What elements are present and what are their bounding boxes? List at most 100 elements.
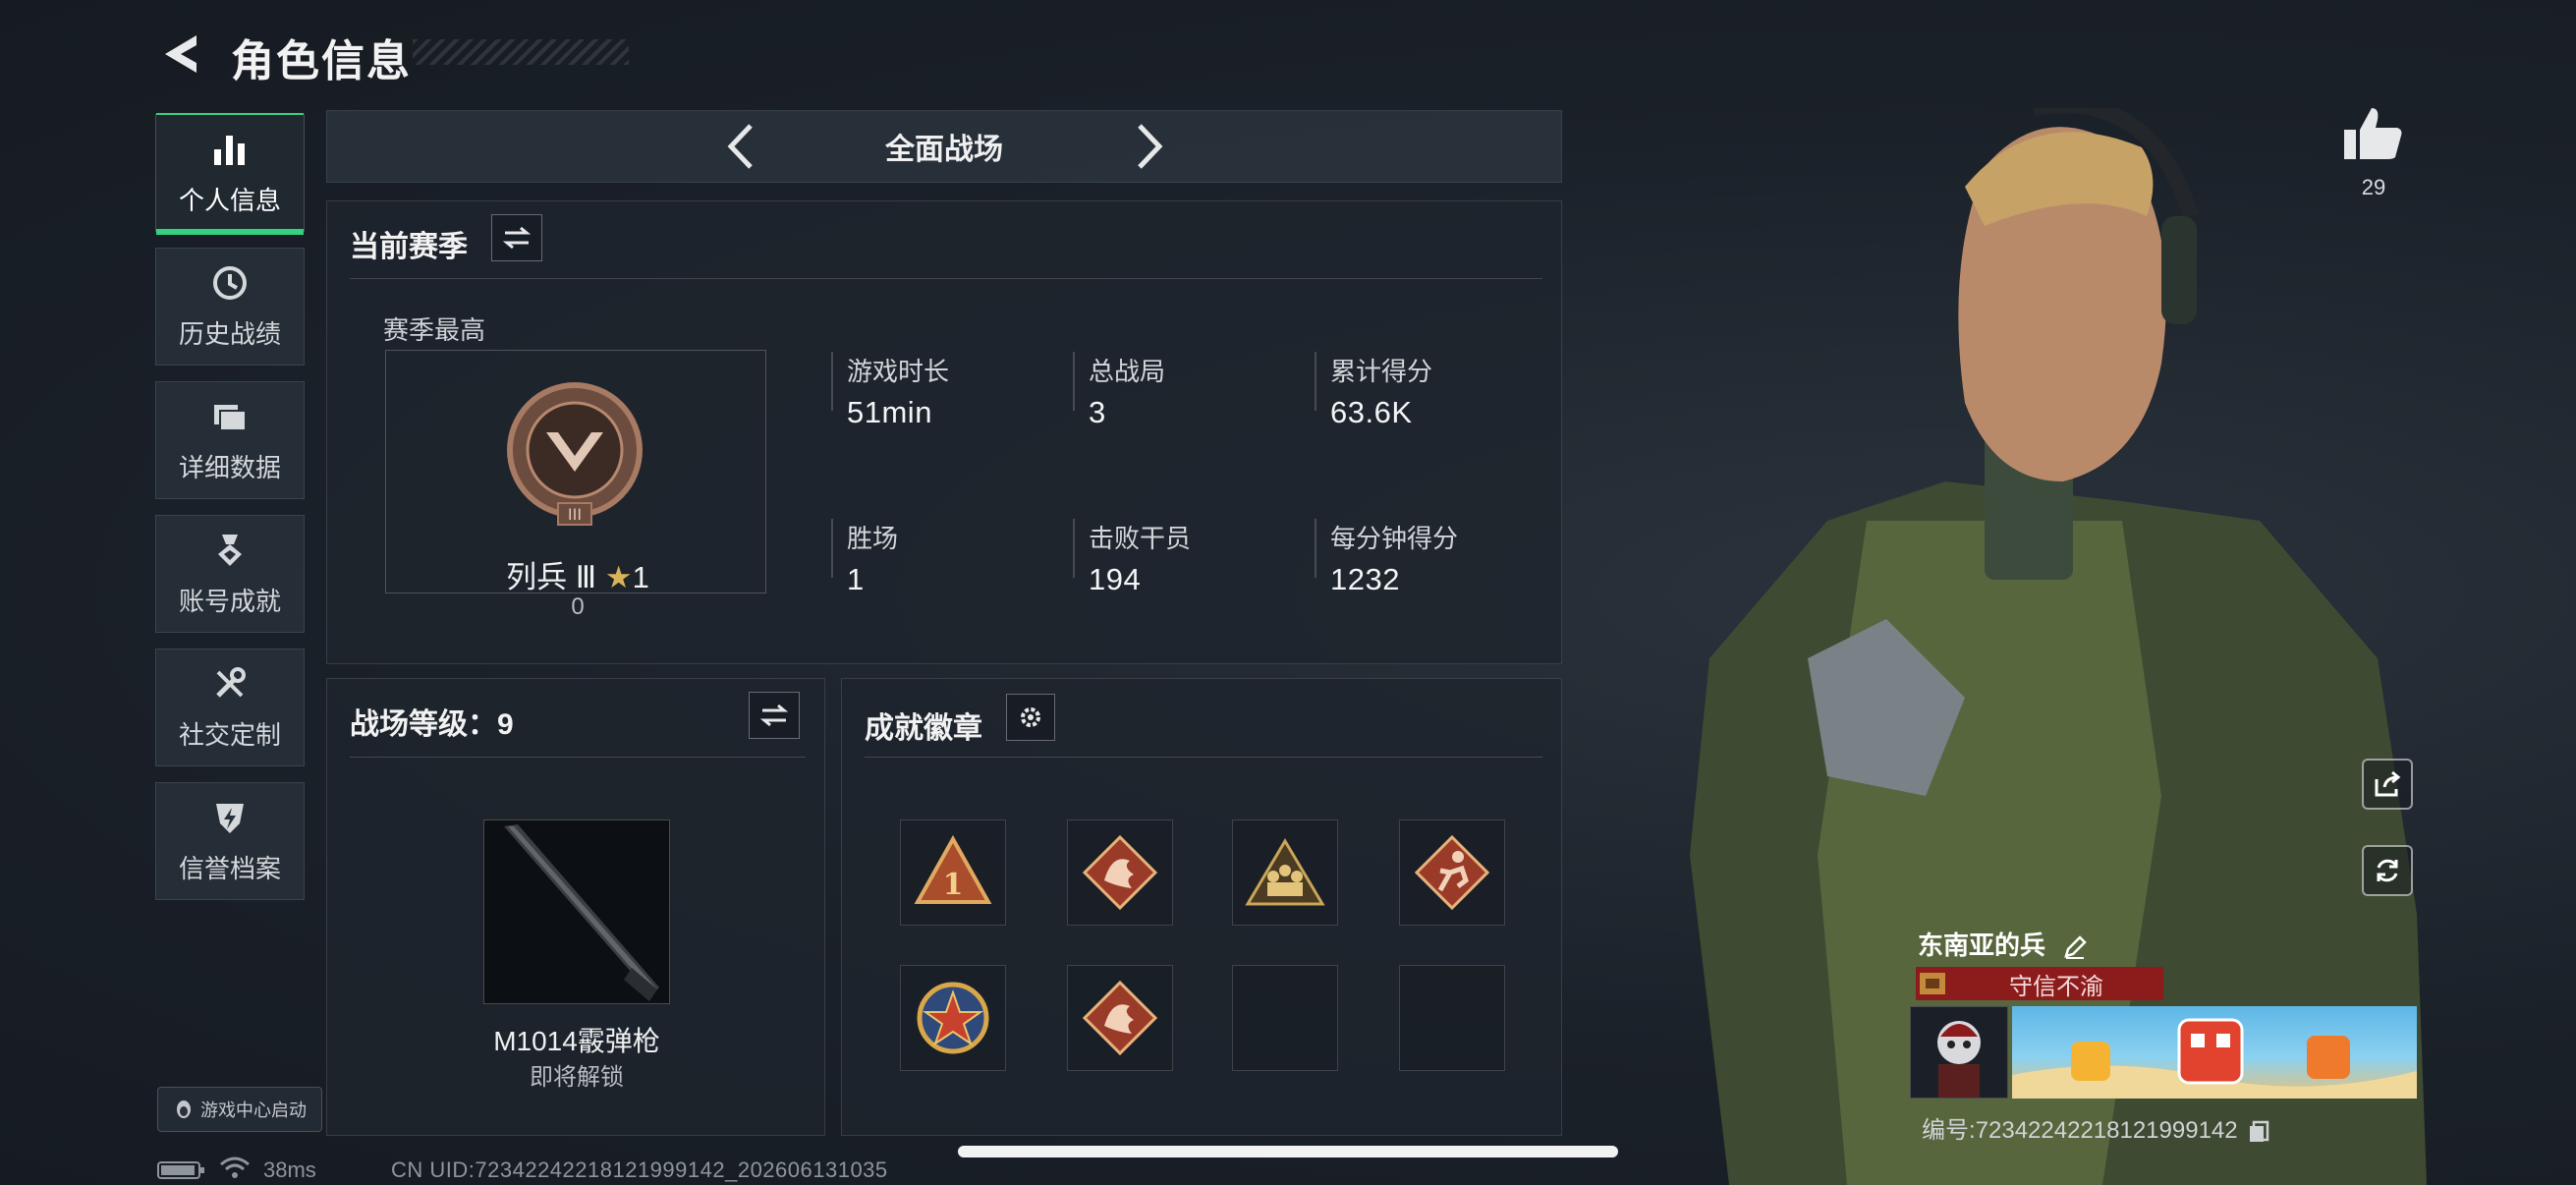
page-title: 角色信息 [231, 37, 412, 85]
star-emblem-badge-icon [917, 982, 989, 1054]
stat-marker [831, 519, 833, 578]
player-card-banner[interactable] [2012, 1006, 2417, 1099]
rank-name-row: 列兵 Ⅲ ★1 [491, 552, 664, 596]
stat-value: 3 [1089, 395, 1106, 429]
refresh-icon [2377, 859, 2398, 882]
penguin-icon [177, 1100, 191, 1118]
nav-label: 个人信息 [178, 185, 281, 215]
runner-badge-icon [1414, 834, 1490, 911]
stat-value: 1 [847, 562, 865, 596]
badge-slot-empty[interactable] [1399, 965, 1505, 1071]
shotgun-icon [504, 824, 659, 1001]
svg-text:1: 1 [943, 868, 964, 902]
player-name-text: 东南亚的兵 [1918, 931, 2046, 960]
refresh-button[interactable] [2362, 845, 2413, 896]
share-icon [2375, 770, 2401, 797]
gear-icon [1021, 707, 1040, 727]
copy-icon[interactable] [2248, 1120, 2271, 1144]
stat-value: 1232 [1330, 562, 1400, 596]
nav-item-credit[interactable]: 信誉档案 [155, 782, 305, 900]
title-decoration [413, 39, 629, 65]
player-avatar[interactable] [1910, 1006, 2008, 1099]
season-divider [350, 278, 1542, 279]
mode-selector-label: 全面战场 [885, 134, 1003, 166]
badge-slot[interactable] [1067, 819, 1173, 926]
share-button[interactable] [2362, 759, 2413, 810]
ping-value: 38ms [263, 1157, 316, 1182]
stat-marker [831, 352, 833, 411]
avatar-image [1937, 1021, 1981, 1098]
edit-pencil-icon[interactable] [2062, 934, 2088, 960]
battery-icon [157, 1161, 204, 1179]
nav-item-achievements[interactable]: 账号成就 [155, 515, 305, 633]
thumbs-up-icon[interactable] [2338, 104, 2407, 163]
season-swap-button[interactable] [491, 214, 542, 261]
chevron-right-icon[interactable] [1124, 120, 1175, 173]
rank-name: 列兵 Ⅲ [506, 560, 597, 594]
stat-label: 每分钟得分 [1330, 524, 1459, 553]
badges-divider [865, 757, 1542, 758]
season-panel-title: 当前赛季 [350, 231, 468, 263]
stat-value: 194 [1089, 562, 1142, 596]
stat-label: 击败干员 [1089, 524, 1192, 553]
like-count: 29 [2361, 175, 2386, 199]
rank-stars: 1 [632, 560, 649, 594]
game-center-button[interactable]: 游戏中心启动 [157, 1087, 322, 1132]
weapon-image [483, 819, 670, 1004]
chevron-left-icon[interactable] [715, 120, 766, 173]
nav-label: 详细数据 [178, 452, 281, 482]
swap-icon [502, 226, 532, 250]
badge-slot[interactable] [1399, 819, 1505, 926]
nav-label: 社交定制 [178, 719, 281, 750]
stat-label: 游戏时长 [847, 357, 950, 386]
player-name: 东南亚的兵 [1918, 926, 2088, 962]
player-title-tag: 守信不渝 [1916, 967, 2163, 1000]
player-id-row: 编号:7234224221812199914​2 [1922, 1110, 2271, 1145]
stat-value: 63.6K [1330, 395, 1413, 429]
nav-item-history[interactable]: 历史战绩 [155, 248, 305, 366]
rank-emblem-icon: III [507, 382, 643, 526]
badge-slot[interactable]: 1 [900, 819, 1006, 926]
home-indicator[interactable] [958, 1146, 1618, 1157]
banner-art [2012, 1018, 2417, 1099]
nav-label: 历史战绩 [178, 318, 281, 349]
badges-settings-button[interactable] [1006, 694, 1055, 741]
stat-marker [1315, 352, 1316, 411]
title-emblem-icon [1920, 973, 1945, 994]
nav-item-personal-info[interactable]: 个人信息 [155, 113, 305, 235]
player-id: 编号:7234224221812199914​2 [1922, 1117, 2238, 1144]
nav-item-detail-data[interactable]: 详细数据 [155, 381, 305, 499]
triangle-one-badge-icon: 1 [914, 834, 992, 904]
stat-marker [1073, 352, 1075, 411]
history-clock-icon [213, 265, 247, 300]
bar-chart-icon [214, 135, 245, 165]
badge-slot[interactable] [1232, 819, 1338, 926]
stat-label: 胜场 [847, 524, 899, 553]
badge-slot[interactable] [900, 965, 1006, 1071]
stat-marker [1073, 519, 1075, 578]
game-center-label: 游戏中心启动 [200, 1100, 307, 1120]
badge-slot-empty[interactable] [1232, 965, 1338, 1071]
badge-slot[interactable] [1067, 965, 1173, 1071]
weapon-name: M1014霰弹枪 [493, 1026, 660, 1056]
dragon-badge-icon [1082, 834, 1158, 911]
back-arrow-icon[interactable] [157, 29, 206, 79]
dragon-badge-icon [1082, 980, 1158, 1056]
swap-icon [759, 704, 789, 727]
folder-icon [214, 404, 247, 431]
level-divider [350, 757, 806, 758]
badges-panel-title: 成就徽章 [865, 712, 982, 745]
shield-bolt-icon [216, 803, 244, 833]
stat-label: 总战局 [1089, 357, 1166, 386]
weapon-status: 即将解锁 [530, 1064, 624, 1091]
stat-label: 累计得分 [1330, 357, 1433, 386]
stat-marker [1315, 519, 1316, 578]
nav-label: 账号成就 [178, 586, 281, 616]
level-swap-button[interactable] [749, 692, 800, 739]
star-icon: ★ [604, 560, 633, 594]
nav-item-social[interactable]: 社交定制 [155, 649, 305, 766]
uid-text: CN UID:72342242218121999142_202606131035 [391, 1157, 888, 1182]
medal-icon [218, 534, 242, 566]
level-panel-title: 战场等级：9 [350, 708, 514, 741]
nav-label: 信誉档案 [178, 853, 281, 883]
